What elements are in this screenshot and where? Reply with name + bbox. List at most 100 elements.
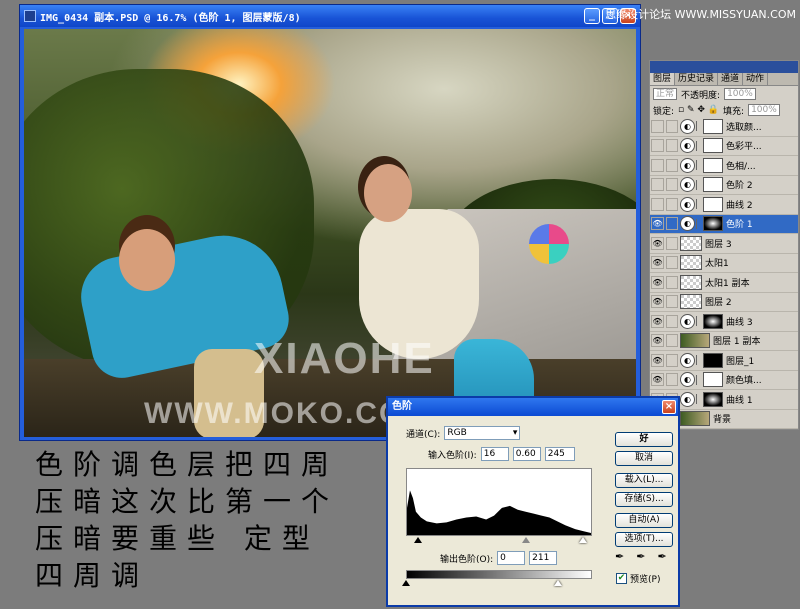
photo-canvas[interactable]: XIAOHE WWW.MOKO.CC/XUNUO — [24, 29, 636, 437]
visibility-eye-icon[interactable]: 👁 — [651, 353, 664, 367]
layer-link-toggle[interactable] — [666, 334, 678, 348]
layer-link-toggle[interactable] — [666, 178, 678, 192]
input-white-slider[interactable] — [579, 537, 587, 543]
layer-row[interactable]: ◐ 曲线 2 — [650, 195, 798, 215]
layer-link-toggle[interactable] — [666, 373, 678, 387]
input-black-field[interactable]: 16 — [480, 447, 509, 461]
layer-row[interactable]: ◐ 色相/... — [650, 156, 798, 176]
visibility-eye-icon[interactable]: 👁 — [651, 256, 664, 270]
preview-checkbox[interactable]: ✔ — [616, 573, 627, 584]
chain-link-icon[interactable] — [696, 140, 702, 151]
visibility-eye-icon[interactable] — [651, 139, 664, 153]
visibility-eye-icon[interactable]: 👁 — [651, 275, 664, 289]
layer-row[interactable]: 👁 图层 3 — [650, 234, 798, 254]
layer-thumbnail[interactable] — [680, 411, 710, 427]
layer-mask-thumbnail[interactable] — [703, 157, 723, 173]
chain-link-icon[interactable] — [696, 374, 702, 385]
ok-button[interactable]: 好 — [615, 432, 673, 447]
channel-select[interactable]: RGB ▾ — [444, 426, 521, 440]
output-black-slider[interactable] — [402, 580, 410, 586]
layer-link-toggle[interactable] — [666, 236, 678, 250]
layer-link-toggle[interactable] — [666, 139, 678, 153]
layer-link-toggle[interactable] — [666, 353, 678, 367]
chain-link-icon[interactable] — [696, 121, 702, 132]
layer-link-toggle[interactable] — [666, 314, 678, 328]
auto-button[interactable]: 自动(A) — [615, 513, 673, 528]
preview-option[interactable]: ✔ 预览(P) — [616, 572, 660, 585]
lock-icon[interactable]: ▫ ✎ ✥ 🔒 — [678, 105, 719, 115]
tab-layers[interactable]: 图层 — [650, 73, 676, 85]
input-white-field[interactable]: 245 — [544, 447, 575, 461]
tab-history[interactable]: 历史记录 — [675, 73, 719, 85]
cancel-button[interactable]: 取消 — [615, 451, 673, 466]
input-black-slider[interactable] — [414, 537, 422, 543]
chain-link-icon[interactable] — [696, 316, 702, 327]
black-eyedropper-icon[interactable]: ✒ — [615, 550, 624, 563]
chain-link-icon[interactable] — [696, 355, 702, 366]
chain-link-icon[interactable] — [696, 179, 702, 190]
layer-link-toggle[interactable] — [666, 197, 678, 211]
layer-mask-thumbnail[interactable] — [703, 118, 723, 134]
layer-link-toggle[interactable] — [666, 158, 678, 172]
layer-row[interactable]: 👁 太阳1 副本 — [650, 273, 798, 293]
levels-title-bar[interactable]: 色阶 × — [388, 398, 678, 416]
layer-row[interactable]: ◐ 色彩平... — [650, 136, 798, 156]
visibility-eye-icon[interactable]: 👁 — [651, 334, 664, 348]
layer-link-toggle[interactable] — [666, 256, 678, 270]
output-white-field[interactable]: 211 — [529, 551, 558, 565]
options-button[interactable]: 选项(T)... — [615, 532, 673, 547]
layer-mask-thumbnail[interactable] — [703, 372, 723, 388]
layer-row[interactable]: 👁 ◐ 色阶 1 — [650, 214, 798, 234]
chain-link-icon[interactable] — [696, 394, 702, 405]
input-gamma-slider[interactable] — [522, 537, 530, 543]
tab-channels[interactable]: 通道 — [718, 73, 744, 85]
load-button[interactable]: 载入(L)... — [615, 473, 673, 488]
visibility-eye-icon[interactable]: 👁 — [651, 217, 664, 231]
layer-mask-thumbnail[interactable] — [703, 313, 723, 329]
visibility-eye-icon[interactable] — [651, 119, 664, 133]
fill-input[interactable]: 100% — [748, 104, 780, 116]
layer-link-toggle[interactable] — [666, 119, 678, 133]
opacity-input[interactable]: 100% — [724, 88, 756, 100]
layer-row[interactable]: 👁 太阳1 — [650, 253, 798, 273]
layer-thumbnail[interactable] — [680, 274, 702, 290]
chain-link-icon[interactable] — [696, 199, 702, 210]
layer-row[interactable]: ◐ 选取颜... — [650, 117, 798, 137]
layer-row[interactable]: 👁 ◐ 颜色填... — [650, 370, 798, 390]
layer-row[interactable]: 👁 ◐ 曲线 3 — [650, 312, 798, 332]
layer-mask-thumbnail[interactable] — [703, 138, 723, 154]
layer-link-toggle[interactable] — [666, 295, 678, 309]
visibility-eye-icon[interactable] — [651, 158, 664, 172]
layer-mask-thumbnail[interactable] — [703, 352, 723, 368]
blend-mode-select[interactable]: 正常 — [653, 88, 678, 100]
layer-thumbnail[interactable] — [680, 235, 702, 251]
white-eyedropper-icon[interactable]: ✒ — [657, 550, 666, 563]
layer-row[interactable]: 👁 图层 1 副本 — [650, 331, 798, 351]
layer-row[interactable]: 👁 图层 2 — [650, 292, 798, 312]
layer-thumbnail[interactable] — [680, 255, 702, 271]
layer-thumbnail[interactable] — [680, 333, 710, 349]
input-gamma-field[interactable]: 0.60 — [512, 447, 541, 461]
gray-eyedropper-icon[interactable]: ✒ — [636, 550, 645, 563]
levels-close-button[interactable]: × — [662, 400, 676, 414]
visibility-eye-icon[interactable]: 👁 — [651, 236, 664, 250]
layer-mask-thumbnail[interactable] — [703, 196, 723, 212]
minimize-button[interactable]: _ — [584, 8, 600, 24]
tab-actions[interactable]: 动作 — [743, 73, 769, 85]
visibility-eye-icon[interactable] — [651, 197, 664, 211]
layer-row[interactable]: ◐ 色阶 2 — [650, 175, 798, 195]
output-black-field[interactable]: 0 — [497, 551, 526, 565]
layer-mask-thumbnail[interactable] — [703, 177, 723, 193]
visibility-eye-icon[interactable] — [651, 178, 664, 192]
document-title-bar[interactable]: IMG_0434 副本.PSD @ 16.7% (色阶 1, 图层蒙版/8) _… — [20, 5, 640, 27]
layer-mask-thumbnail[interactable] — [703, 216, 723, 232]
visibility-eye-icon[interactable]: 👁 — [651, 314, 664, 328]
layer-link-toggle[interactable] — [666, 217, 678, 231]
visibility-eye-icon[interactable]: 👁 — [651, 373, 664, 387]
chain-link-icon[interactable] — [696, 218, 702, 229]
layer-mask-thumbnail[interactable] — [703, 391, 723, 407]
save-button[interactable]: 存储(S)... — [615, 492, 673, 507]
visibility-eye-icon[interactable]: 👁 — [651, 295, 664, 309]
layer-link-toggle[interactable] — [666, 275, 678, 289]
layer-thumbnail[interactable] — [680, 294, 702, 310]
